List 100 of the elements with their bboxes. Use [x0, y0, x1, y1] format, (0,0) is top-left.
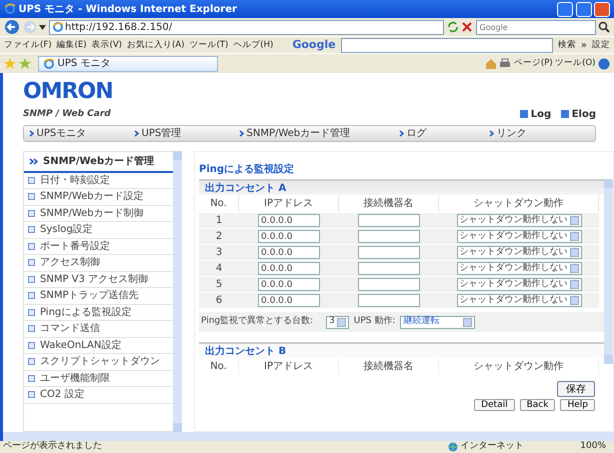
ip-field[interactable]: 0.0.0.0	[258, 278, 320, 291]
status-text: ページが表示されました	[3, 440, 103, 453]
device-name-field[interactable]	[358, 214, 420, 227]
command-menu[interactable]: ツール(O)	[555, 57, 596, 70]
menu-item[interactable]: ヘルプ(H)	[233, 38, 274, 52]
table-cell: 2	[199, 228, 239, 244]
chevron-icon	[134, 130, 139, 136]
section-header: 出力コンセント B	[199, 342, 604, 358]
search-field[interactable]: Google	[476, 20, 596, 34]
nav-link[interactable]: UPSモニタ	[24, 126, 129, 140]
save-button[interactable]: 保存	[557, 381, 595, 397]
device-name-field[interactable]	[358, 278, 420, 291]
square-icon	[561, 110, 570, 118]
menu-item[interactable]: 表示(V)	[92, 38, 122, 52]
sidebar-item[interactable]: WakeOnLAN設定	[24, 338, 173, 354]
column-header: 接続機器名	[339, 358, 439, 375]
sidebar-item[interactable]: スクリプトシャットダウン	[24, 354, 173, 370]
nav-link[interactable]: リンク	[484, 126, 564, 140]
device-name-field[interactable]	[358, 262, 420, 275]
menu-item[interactable]: ツール(T)	[189, 38, 228, 52]
column-header: シャットダウン動作	[439, 358, 599, 375]
print-icon[interactable]	[499, 58, 512, 70]
table-cell: 5	[199, 276, 239, 292]
sidebar-item[interactable]: 日付・時刻設定	[24, 172, 173, 189]
threshold-select[interactable]: 3	[326, 316, 349, 328]
horizontal-scrollbar[interactable]	[3, 432, 614, 441]
stop-icon[interactable]	[461, 21, 473, 33]
search-button[interactable]: 検索	[558, 38, 576, 52]
sidebar-item[interactable]: SNMP/Webカード設定	[24, 189, 173, 206]
google-search-field[interactable]	[340, 38, 553, 52]
maximize-button[interactable]	[576, 2, 592, 16]
address-field[interactable]: http://192.168.2.150/	[48, 20, 444, 34]
shutdown-select[interactable]: シャットダウン動作しない	[456, 278, 582, 291]
minimize-button[interactable]	[557, 2, 573, 16]
ip-field[interactable]: 0.0.0.0	[258, 294, 320, 307]
ip-field[interactable]: 0.0.0.0	[258, 262, 320, 275]
close-button[interactable]	[594, 2, 610, 16]
sidebar-item[interactable]: SNMP/Webカード制御	[24, 206, 173, 222]
table-cell: 6	[199, 292, 239, 308]
browser-tab[interactable]: UPS モニタ	[38, 56, 218, 72]
page-icon	[52, 22, 62, 32]
ups-action-label: UPS 動作:	[354, 315, 396, 328]
settings-button[interactable]: 設定	[592, 38, 610, 52]
home-icon[interactable]	[484, 58, 497, 70]
double-chevron-icon	[29, 158, 38, 164]
search-icon[interactable]	[598, 21, 610, 33]
footer-button[interactable]: Help	[560, 399, 595, 411]
menu-item[interactable]: ファイル(F)	[4, 38, 52, 52]
menu-item[interactable]: 編集(E)	[56, 38, 87, 52]
device-name-field[interactable]	[358, 246, 420, 259]
ip-field[interactable]: 0.0.0.0	[258, 246, 320, 259]
sidebar-item[interactable]: ユーザ機能制限	[24, 370, 173, 387]
zoom-level[interactable]: 100%	[580, 440, 606, 453]
threshold-label: Ping監視で異常とする台数:	[201, 315, 314, 328]
sidebar-item[interactable]: SNMP V3 アクセス制御	[24, 272, 173, 288]
sidebar-item[interactable]: Pingによる監視設定	[24, 304, 173, 321]
dropdown-icon[interactable]	[39, 24, 46, 30]
table-cell: 1	[199, 212, 239, 228]
star-icon[interactable]	[4, 58, 16, 70]
back-button[interactable]	[4, 19, 20, 35]
add-favorite-icon[interactable]	[18, 58, 30, 70]
sidebar-item[interactable]: コマンド送信	[24, 321, 173, 338]
menu-item[interactable]: お気に入り(A)	[127, 38, 184, 52]
device-name-field[interactable]	[358, 294, 420, 307]
ip-field[interactable]: 0.0.0.0	[258, 230, 320, 243]
shutdown-select[interactable]: シャットダウン動作しない	[456, 230, 582, 243]
shutdown-select[interactable]: シャットダウン動作しない	[456, 294, 582, 307]
window-title: UPS モニタ - Windows Internet Explorer	[18, 2, 238, 16]
ups-action-select[interactable]: 継続運転	[400, 316, 476, 328]
sidebar-item[interactable]: CO2 設定	[24, 387, 173, 404]
shutdown-select[interactable]: シャットダウン動作しない	[456, 214, 582, 227]
refresh-icon[interactable]	[446, 21, 458, 33]
ip-field[interactable]: 0.0.0.0	[258, 214, 320, 227]
table-cell: 4	[199, 260, 239, 276]
table-cell: 3	[199, 244, 239, 260]
sidebar-item[interactable]: SNMPトラップ送信先	[24, 288, 173, 304]
shutdown-select[interactable]: シャットダウン動作しない	[456, 262, 582, 275]
nav-link[interactable]: UPS管理	[129, 126, 234, 140]
vertical-scrollbar[interactable]	[604, 179, 613, 364]
vertical-scrollbar[interactable]	[173, 150, 182, 432]
command-menu[interactable]: ページ(P)	[514, 57, 553, 70]
chevron-icon	[489, 130, 494, 136]
device-name-field[interactable]	[358, 230, 420, 243]
sidebar-item[interactable]: アクセス制御	[24, 255, 173, 272]
nav-link[interactable]: SNMP/Webカード管理	[234, 126, 394, 140]
shutdown-select[interactable]: シャットダウン動作しない	[456, 246, 582, 259]
column-header: No.	[199, 358, 239, 375]
sidebar-item[interactable]: Syslog設定	[24, 222, 173, 238]
header-link[interactable]: Elog	[561, 106, 596, 122]
footer-button[interactable]: Back	[520, 399, 556, 411]
google-logo: Google	[292, 36, 336, 53]
chevron-button[interactable]: »	[580, 38, 587, 52]
chevron-icon	[399, 130, 404, 136]
square-icon	[520, 110, 528, 118]
footer-button[interactable]: Detail	[474, 399, 515, 411]
security-zone: インターネット	[460, 440, 524, 453]
header-link[interactable]: Log	[520, 106, 552, 122]
panel-title: Pingによる監視設定	[199, 162, 296, 176]
nav-link[interactable]: ログ	[394, 126, 484, 140]
sidebar-item[interactable]: ポート番号設定	[24, 238, 173, 255]
